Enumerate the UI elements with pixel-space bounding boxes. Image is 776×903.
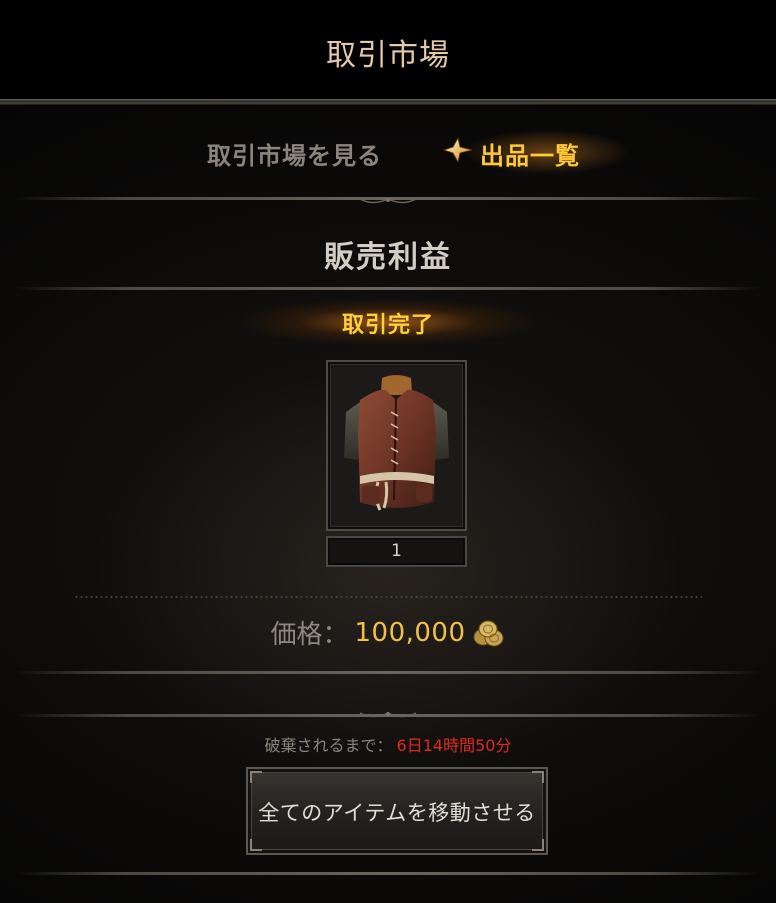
tab-browse-market[interactable]: 取引市場を見る <box>207 136 382 171</box>
button-corner <box>532 771 544 783</box>
gold-coins-icon <box>473 620 504 646</box>
move-all-items-label: 全てのアイテムを移動させる <box>258 801 536 825</box>
divider <box>14 287 762 290</box>
item-quantity: 1 <box>326 536 467 567</box>
move-all-items-button[interactable]: 全てのアイテムを移動させる <box>246 767 548 855</box>
divider <box>14 872 762 875</box>
tab-my-listings-label: 出品一覧 <box>480 142 580 170</box>
divider-ornament <box>359 712 417 718</box>
divider <box>14 671 762 674</box>
tab-bar: 取引市場を見る 出品一覧 <box>0 112 776 192</box>
price-row: 価格： 100,000 <box>0 614 776 654</box>
price-value: 100,000 <box>354 617 466 648</box>
button-corner <box>250 839 262 851</box>
divider-ornament <box>359 198 417 204</box>
price-label: 価格： <box>270 620 349 650</box>
section-title: 販売利益 <box>324 240 452 275</box>
status-banner: 取引完了 <box>238 298 538 346</box>
leather-vest-icon <box>344 375 449 511</box>
button-corner <box>532 839 544 851</box>
selected-star-icon <box>442 136 473 164</box>
item-slot[interactable] <box>326 360 467 531</box>
tab-my-listings[interactable]: 出品一覧 <box>432 120 632 184</box>
status-label: 取引完了 <box>341 313 434 338</box>
expiry-value: 6日14時間50分 <box>396 736 512 755</box>
header: 取引市場 <box>0 0 776 100</box>
button-corner <box>250 771 262 783</box>
expiry-label: 破棄されるまで： <box>264 736 393 755</box>
page-title: 取引市場 <box>326 38 450 73</box>
dotted-divider <box>74 596 702 598</box>
expiry-row: 破棄されるまで： 6日14時間50分 <box>0 732 776 756</box>
